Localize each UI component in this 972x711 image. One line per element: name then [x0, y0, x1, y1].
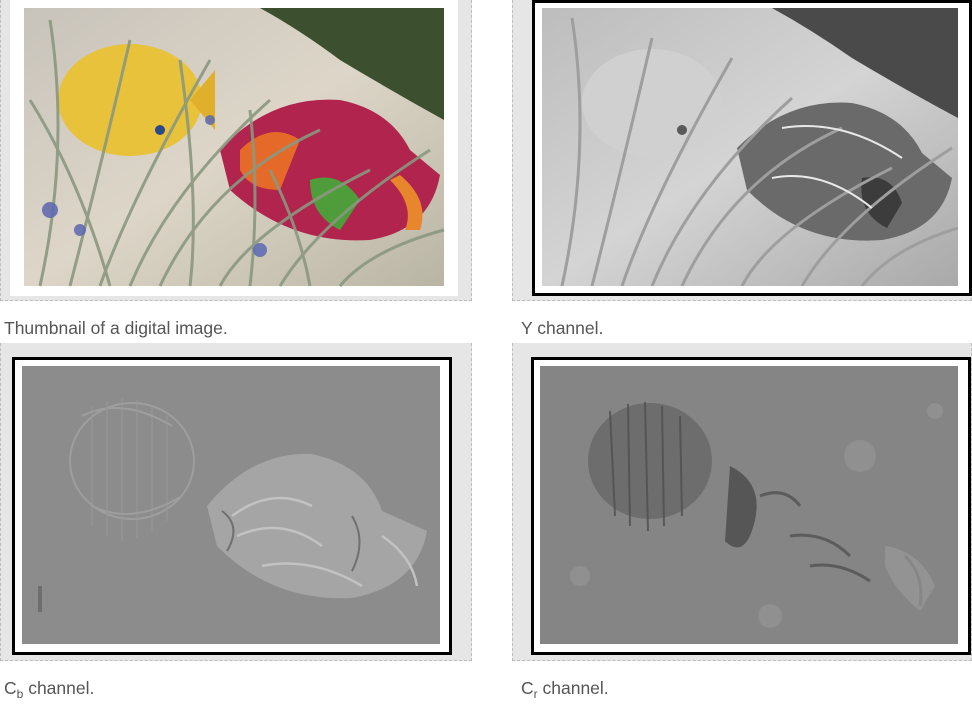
- caption-y-rest: channel.: [532, 318, 604, 338]
- caption-cr: Cr channel.: [521, 678, 609, 700]
- caption-cb-main: C: [4, 678, 17, 698]
- caption-cr-rest: channel.: [537, 678, 609, 698]
- caption-cb-rest: channel.: [23, 678, 95, 698]
- color-thumbnail-image: [10, 0, 458, 296]
- caption-y: Y channel.: [521, 318, 603, 338]
- caption-cr-main: C: [521, 678, 534, 698]
- caption-original: Thumbnail of a digital image.: [4, 318, 228, 338]
- cr-channel-image: [540, 366, 958, 644]
- caption-y-main: Y: [521, 318, 533, 338]
- y-channel-image: [542, 8, 958, 286]
- cb-channel-image: [22, 366, 440, 644]
- caption-cb: Cb channel.: [4, 678, 95, 700]
